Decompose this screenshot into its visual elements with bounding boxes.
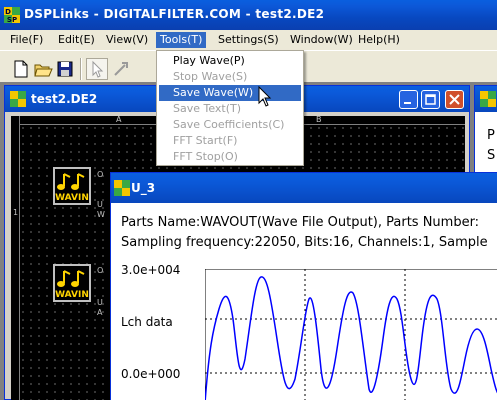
- right-window-title-bar[interactable]: [475, 86, 497, 112]
- toolbar-separator: [80, 58, 82, 80]
- app-title: DSPLinks - DIGITALFILTER.COM - test2.DE2: [24, 7, 325, 21]
- menu-file[interactable]: File(F): [6, 32, 47, 48]
- ruler-left: 1: [11, 116, 20, 400]
- link-tool-icon[interactable]: [110, 58, 132, 80]
- u3-title-bar[interactable]: U_3: [111, 173, 497, 203]
- tools-dropdown-menu: Play Wave(P) Stop Wave(S) Save Wave(W) S…: [156, 50, 304, 166]
- music-note-icon: [57, 270, 85, 287]
- u3-body: Parts Name:WAVOUT(Wave File Output), Par…: [111, 203, 497, 400]
- block-label: WAVIN: [55, 193, 89, 203]
- minimize-button[interactable]: [399, 90, 418, 109]
- maximize-button[interactable]: [421, 90, 440, 109]
- svg-text:D: D: [5, 8, 11, 16]
- block-label: WAVIN: [55, 290, 89, 300]
- port-label: O: [97, 266, 104, 275]
- port-label: A: [97, 308, 103, 317]
- new-document-icon[interactable]: [10, 58, 32, 80]
- port-label: U: [97, 298, 103, 307]
- menu-edit[interactable]: Edit(E): [54, 32, 99, 48]
- u3-title: U_3: [131, 181, 156, 195]
- ruler-col-label: B: [316, 115, 322, 124]
- u3-window[interactable]: U_3 Parts Name:WAVOUT(Wave File Output),…: [110, 172, 497, 400]
- port-label: W: [97, 210, 105, 219]
- open-folder-icon[interactable]: [32, 58, 54, 80]
- port-label: O: [97, 170, 104, 179]
- save-disk-icon[interactable]: [54, 58, 76, 80]
- wavin-block[interactable]: WAVIN: [53, 264, 91, 302]
- menu-item-save-text[interactable]: Save Text(T): [159, 101, 301, 117]
- menu-item-play-wave[interactable]: Play Wave(P): [159, 53, 301, 69]
- menu-help[interactable]: Help(H): [354, 32, 404, 48]
- menu-settings[interactable]: Settings(S): [214, 32, 283, 48]
- app-logo-icon: D SP: [4, 7, 20, 24]
- right-window-text: P: [487, 128, 495, 143]
- menu-item-save-wave[interactable]: Save Wave(W): [159, 85, 301, 101]
- parts-info-line: Parts Name:WAVOUT(Wave File Output), Par…: [121, 215, 480, 230]
- app-title-bar[interactable]: D SP DSPLinks - DIGITALFILTER.COM - test…: [0, 0, 497, 30]
- y-max-label: 3.0e+004: [121, 263, 181, 277]
- wavin-block[interactable]: WAVIN: [53, 167, 91, 205]
- ruler-row-label: 1: [13, 208, 19, 217]
- music-note-icon: [57, 173, 85, 190]
- right-window-icon: [480, 91, 496, 107]
- menu-item-fft-stop[interactable]: FFT Stop(O): [159, 149, 301, 165]
- y-zero-label: 0.0e+000: [121, 367, 181, 381]
- channel-label: Lch data: [121, 315, 173, 329]
- menu-view[interactable]: View(V): [102, 32, 152, 48]
- menu-item-save-coefficients[interactable]: Save Coefficients(C): [159, 117, 301, 133]
- sampling-info-line: Sampling frequency:22050, Bits:16, Chann…: [121, 235, 488, 250]
- menu-bar: File(F) Edit(E) View(V) Tools(T) Setting…: [0, 30, 497, 50]
- child-window-icon: [10, 91, 26, 107]
- ruler-col-label: A: [116, 115, 122, 124]
- menu-item-fft-start[interactable]: FFT Start(F): [159, 133, 301, 149]
- waveform-plot: [205, 269, 497, 400]
- menu-item-stop-wave[interactable]: Stop Wave(S): [159, 69, 301, 85]
- child-window-title: test2.DE2: [31, 92, 98, 106]
- right-window-text: S: [487, 148, 496, 163]
- menu-window[interactable]: Window(W): [286, 32, 357, 48]
- mouse-pointer-icon: [258, 85, 272, 108]
- close-button[interactable]: [445, 90, 464, 109]
- u3-window-icon: [114, 180, 130, 196]
- select-arrow-icon[interactable]: [86, 58, 108, 80]
- menu-tools[interactable]: Tools(T): [156, 32, 207, 48]
- svg-text:SP: SP: [7, 16, 17, 23]
- port-label: U: [97, 200, 103, 209]
